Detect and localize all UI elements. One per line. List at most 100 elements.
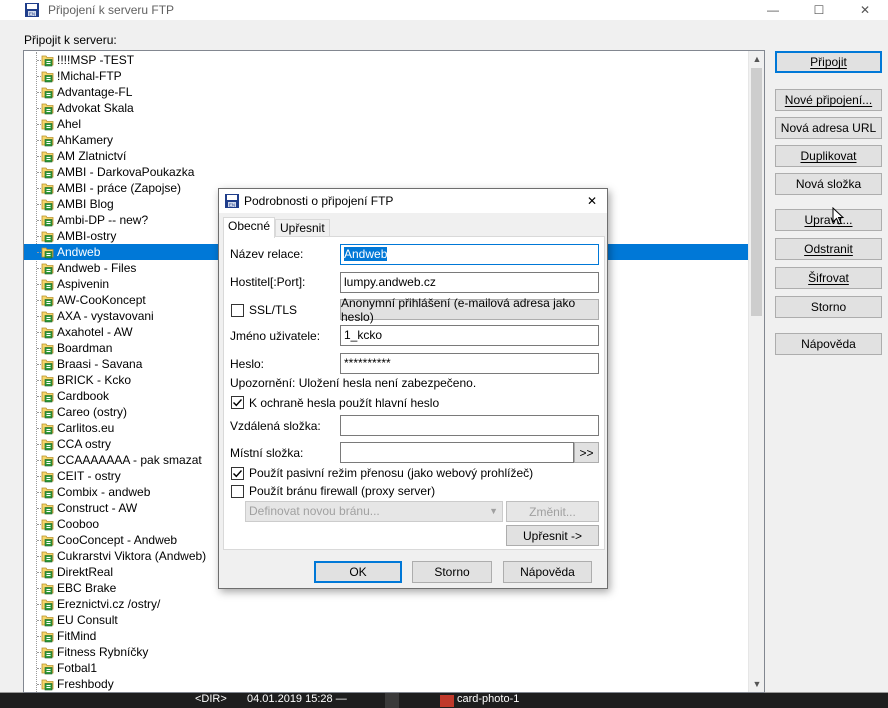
- server-item[interactable]: FitMind: [24, 628, 751, 644]
- username-input[interactable]: 1_kcko: [340, 325, 599, 346]
- ssl-checkbox[interactable]: [231, 304, 244, 317]
- server-item[interactable]: Freshbody: [24, 676, 751, 692]
- tab-advanced[interactable]: Upřesnit: [275, 219, 330, 237]
- file-name: card-photo-1: [457, 693, 520, 705]
- remote-folder-input[interactable]: [340, 415, 599, 436]
- passive-mode-checkbox[interactable]: [231, 467, 244, 480]
- svg-text:EN: EN: [29, 12, 35, 17]
- ftp-server-icon: [41, 647, 54, 659]
- server-name: AMBI - práce (Zapojse): [57, 181, 182, 195]
- password-input[interactable]: **********: [340, 353, 599, 374]
- server-name: Cukrarstvi Viktora (Andweb): [57, 549, 207, 563]
- server-item[interactable]: !Michal-FTP: [24, 68, 751, 84]
- dialog-title-bar: EN Podrobnosti o připojení FTP ✕: [219, 189, 607, 213]
- ftp-server-icon: [41, 103, 54, 115]
- encrypt-button[interactable]: Šifrovat: [775, 267, 882, 289]
- connect-button[interactable]: Připojit: [775, 51, 882, 73]
- server-item[interactable]: Advokat Skala: [24, 100, 751, 116]
- server-item[interactable]: AMBI - DarkovaPoukazka: [24, 164, 751, 180]
- new-url-button[interactable]: Nová adresa URL: [775, 117, 882, 139]
- title-bar: EN Připojení k serveru FTP — ☐ ✕: [0, 0, 888, 20]
- ftp-server-icon: [41, 167, 54, 179]
- ftp-server-icon: [41, 183, 54, 195]
- server-item[interactable]: Ahel: [24, 116, 751, 132]
- delete-button[interactable]: Odstranit: [775, 238, 882, 260]
- server-item[interactable]: Fitness Rybníčky: [24, 644, 751, 660]
- server-name: CEIT - ostry: [57, 469, 121, 483]
- ftp-server-icon: [41, 327, 54, 339]
- duplicate-button[interactable]: Duplikovat: [775, 145, 882, 167]
- server-name: AM Zlatnictví: [57, 149, 127, 163]
- ftp-server-icon: [41, 247, 54, 259]
- server-name: CooConcept - Andweb: [57, 533, 178, 547]
- scroll-down-icon[interactable]: ▼: [749, 676, 764, 692]
- ok-button[interactable]: OK: [314, 561, 402, 583]
- ftp-server-icon: [41, 439, 54, 451]
- ftp-server-icon: [41, 151, 54, 163]
- server-name: Ereznictvi.cz /ostry/: [57, 597, 161, 611]
- dialog-close-icon[interactable]: ✕: [583, 192, 601, 210]
- server-name: !Michal-FTP: [57, 69, 122, 83]
- server-name: Cardbook: [57, 389, 110, 403]
- server-name: Boardman: [57, 341, 113, 355]
- server-name: EU Consult: [57, 613, 118, 627]
- server-item[interactable]: Ereznictvi.cz /ostry/: [24, 596, 751, 612]
- firewall-checkbox[interactable]: [231, 485, 244, 498]
- master-password-checkbox[interactable]: [231, 396, 244, 409]
- server-name: Axahotel - AW: [57, 325, 133, 339]
- tree-scrollbar[interactable]: ▲ ▼: [748, 51, 764, 692]
- new-connection-button[interactable]: Nové připojení...: [775, 89, 882, 111]
- server-item[interactable]: AhKamery: [24, 132, 751, 148]
- svg-text:EN: EN: [229, 203, 235, 208]
- help-button[interactable]: Nápověda: [775, 333, 882, 355]
- minimize-icon[interactable]: —: [750, 0, 796, 20]
- dialog-help-button[interactable]: Nápověda: [503, 561, 592, 583]
- check-icon: [233, 399, 243, 407]
- server-name: Construct - AW: [57, 501, 138, 515]
- ftp-server-icon: [41, 311, 54, 323]
- ftp-server-icon: [41, 295, 54, 307]
- host-label: Hostitel[:Port]:: [230, 275, 306, 289]
- maximize-icon[interactable]: ☐: [796, 0, 842, 20]
- scroll-up-icon[interactable]: ▲: [749, 51, 764, 67]
- ftp-dialog-icon: EN: [225, 194, 239, 208]
- server-name: Ambi-DP -- new?: [57, 213, 149, 227]
- server-item[interactable]: Advantage-FL: [24, 84, 751, 100]
- new-folder-button[interactable]: Nová složka: [775, 173, 882, 195]
- local-folder-label: Místní složka:: [230, 446, 304, 460]
- tab-general[interactable]: Obecné: [223, 217, 276, 238]
- server-name: AhKamery: [57, 133, 114, 147]
- scroll-thumb[interactable]: [751, 68, 762, 316]
- background-file-panel: <DIR> 04.01.2019 15:28 — card-photo-1: [0, 693, 888, 708]
- server-name: Cooboo: [57, 517, 100, 531]
- ssl-label: SSL/TLS: [249, 303, 298, 317]
- host-input[interactable]: lumpy.andweb.cz: [340, 272, 599, 293]
- server-name: Freshbody: [57, 677, 114, 691]
- server-name: Aspivenin: [57, 277, 110, 291]
- server-item[interactable]: !!!!MSP -TEST: [24, 52, 751, 68]
- session-name-input[interactable]: Andweb: [340, 244, 599, 265]
- ftp-server-icon: [41, 455, 54, 467]
- browse-button[interactable]: >>: [574, 442, 599, 463]
- dialog-cancel-button[interactable]: Storno: [412, 561, 492, 583]
- server-item[interactable]: AM Zlatnictví: [24, 148, 751, 164]
- anonymous-login-button[interactable]: Anonymní přihlášení (e-mailová adresa ja…: [340, 296, 599, 324]
- ftp-server-icon: [41, 407, 54, 419]
- ftp-server-icon: [41, 71, 54, 83]
- advanced-button[interactable]: Upřesnit ->: [506, 525, 599, 546]
- passive-mode-label: Použít pasivní režim přenosu (jako webov…: [249, 466, 534, 480]
- server-item[interactable]: EU Consult: [24, 612, 751, 628]
- close-icon[interactable]: ✕: [842, 0, 888, 20]
- server-item[interactable]: Fotbal1: [24, 660, 751, 676]
- local-folder-input[interactable]: [340, 442, 574, 463]
- server-name: Advantage-FL: [57, 85, 133, 99]
- ftp-connection-details-dialog: EN Podrobnosti o připojení FTP ✕ Obecné …: [218, 188, 608, 589]
- server-name: AMBI - DarkovaPoukazka: [57, 165, 195, 179]
- server-name: !!!!MSP -TEST: [57, 53, 135, 67]
- ftp-server-icon: [41, 631, 54, 643]
- cancel-button[interactable]: Storno: [775, 296, 882, 318]
- firewall-label: Použít bránu firewall (proxy server): [249, 484, 436, 498]
- edit-button[interactable]: Upravit...: [775, 209, 882, 231]
- ftp-server-icon: [41, 615, 54, 627]
- ftp-server-icon: [41, 87, 54, 99]
